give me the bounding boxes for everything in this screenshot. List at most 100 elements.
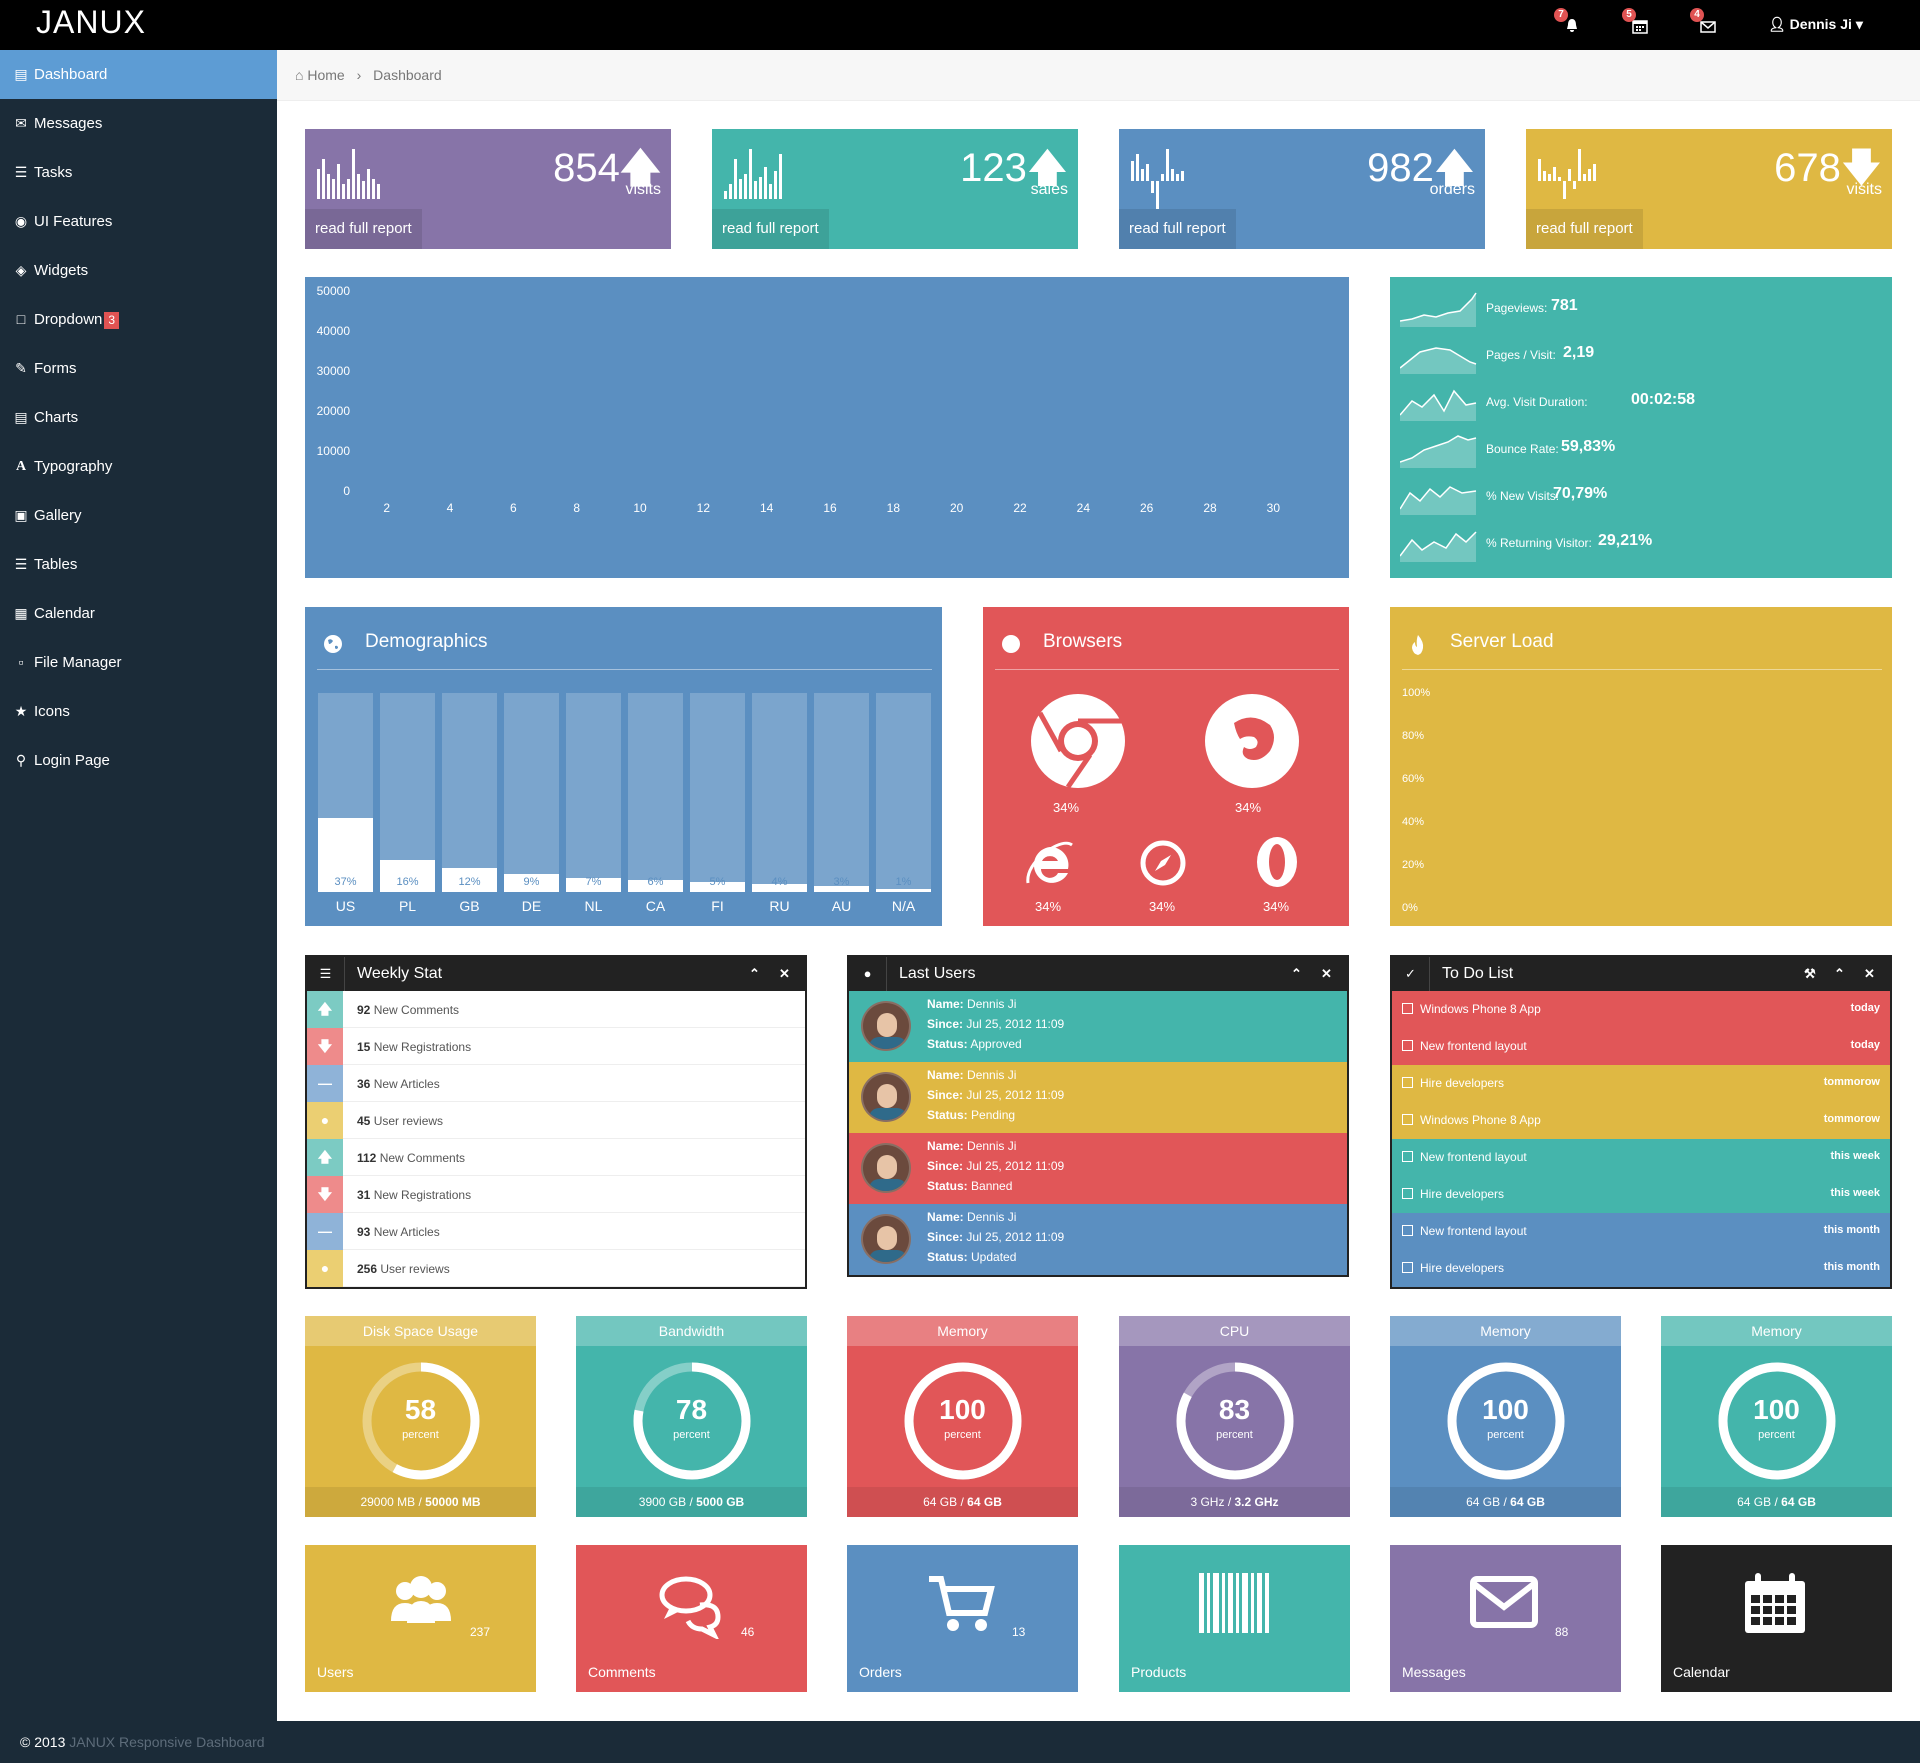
gauge-footer: 29000 MB / 50000 MB: [305, 1487, 536, 1517]
sidebar-item-messages[interactable]: ✉ Messages: [0, 99, 277, 148]
user-icon: ●: [849, 957, 887, 991]
analytics-row: % New Visits: 70,79%: [1400, 475, 1880, 515]
todo-checkbox[interactable]: [1402, 1151, 1413, 1162]
dropdown-badge: 3: [104, 311, 120, 329]
collapse-icon[interactable]: ⌃: [749, 966, 760, 982]
weekly-stat-text: 92 New Comments: [357, 1003, 459, 1017]
collapse-icon[interactable]: ⌃: [1834, 966, 1845, 982]
home-icon: ⌂: [295, 67, 304, 83]
footer-brand[interactable]: JANUX Responsive Dashboard: [69, 1734, 264, 1750]
shortcut-count: 88: [1555, 1625, 1569, 1639]
weekly-stat-text: 15 New Registrations: [357, 1040, 471, 1054]
gauge-tile: Bandwidth 78 percent 3900 GB / 5000 GB: [576, 1316, 807, 1517]
brand-logo[interactable]: JANUX: [36, 4, 146, 41]
todo-checkbox[interactable]: [1402, 1188, 1413, 1199]
notifications-badge: 7: [1554, 8, 1568, 22]
todo-checkbox[interactable]: [1402, 1262, 1413, 1273]
bar-track: [628, 693, 683, 892]
user-since-line: Since: Jul 25, 2012 11:09: [927, 1230, 1064, 1244]
todo-checkbox[interactable]: [1402, 1114, 1413, 1125]
sidebar-item-charts[interactable]: ▤ Charts: [0, 393, 277, 442]
opera-icon: [1257, 837, 1297, 887]
notifications-button[interactable]: 7: [1554, 8, 1586, 36]
todo-checkbox[interactable]: [1402, 1040, 1413, 1051]
last-users-title: Last Users: [899, 965, 976, 982]
weekly-stat-box: ☰ Weekly Stat ⌃ ✕ 🡅 92 New Comments 🡇 15 Ne…: [305, 955, 807, 1289]
safari-share: 34%: [1149, 899, 1176, 914]
user-menu[interactable]: 👤︎ Dennis Ji ▾: [1768, 16, 1863, 33]
shortcut-label: Products: [1131, 1664, 1187, 1680]
sidebar-item-icons[interactable]: ★ Icons: [0, 687, 277, 736]
gauge-used: 3900 GB: [638, 1495, 687, 1509]
star-icon: ★: [14, 703, 28, 719]
x-tick-label: 30: [1266, 501, 1280, 515]
weekly-stat-row: 🡅 92 New Comments: [307, 991, 805, 1028]
align-justify-icon: ☰: [14, 556, 28, 572]
user-status-value: Banned: [971, 1179, 1013, 1193]
shortcut-tile[interactable]: Calendar: [1661, 1545, 1892, 1692]
sparkline: [1400, 292, 1477, 327]
sidebar-item-gallery[interactable]: ▣ Gallery: [0, 491, 277, 540]
last-user-row[interactable]: Name: Dennis Ji Since: Jul 25, 2012 11:09…: [849, 1062, 1347, 1133]
weekly-stat-count: 112: [357, 1151, 377, 1165]
bar-value-label: 4%: [771, 876, 788, 888]
read-full-report-link[interactable]: read full report: [712, 209, 829, 249]
todo-checkbox[interactable]: [1402, 1003, 1413, 1014]
bar-track: [752, 693, 807, 892]
todo-checkbox[interactable]: [1402, 1077, 1413, 1088]
todo-item: Hire developers this month: [1392, 1250, 1890, 1287]
sidebar-item-forms[interactable]: ✎ Forms: [0, 344, 277, 393]
y-tick-label: 20%: [1402, 859, 1425, 871]
sidebar-item-login-page[interactable]: ⚲ Login Page: [0, 736, 277, 785]
weekly-stat-text: 31 New Registrations: [357, 1188, 471, 1202]
read-full-report-link[interactable]: read full report: [1119, 209, 1236, 249]
avatar-face: [877, 1084, 897, 1108]
y-tick-label: 100%: [1402, 687, 1431, 699]
arrow-down-icon: 🡇: [307, 1176, 343, 1213]
sidebar-item-calendar[interactable]: ▦ Calendar: [0, 589, 277, 638]
close-icon[interactable]: ✕: [1864, 966, 1875, 982]
y-tick-label: 50000: [316, 284, 350, 298]
avatar-body: [869, 1250, 907, 1262]
shortcut-tile[interactable]: 46 Comments: [576, 1545, 807, 1692]
shortcut-tile[interactable]: Products: [1119, 1545, 1350, 1692]
analytics-row: Pageviews: 781: [1400, 287, 1880, 327]
shortcut-tile[interactable]: 88 Messages: [1390, 1545, 1621, 1692]
sidebar-item-tasks[interactable]: ☰ Tasks: [0, 148, 277, 197]
shortcut-tile[interactable]: 237 Users: [305, 1545, 536, 1692]
messages-button[interactable]: 4: [1690, 8, 1722, 36]
last-user-row[interactable]: Name: Dennis Ji Since: Jul 25, 2012 11:09…: [849, 1204, 1347, 1275]
gauge-footer: 64 GB / 64 GB: [847, 1487, 1078, 1517]
envelope-icon: ✉: [15, 115, 27, 131]
read-full-report-link[interactable]: read full report: [305, 209, 422, 249]
sparkline-bars: [317, 149, 380, 199]
shortcut-tile[interactable]: 13 Orders: [847, 1545, 1078, 1692]
calendar-tasks-button[interactable]: 5: [1622, 8, 1654, 36]
close-icon[interactable]: ✕: [1321, 966, 1332, 982]
stat-unit: visits: [1846, 181, 1882, 198]
close-icon[interactable]: ✕: [779, 966, 790, 982]
sidebar-item-ui-features[interactable]: ◉ UI Features: [0, 197, 277, 246]
last-user-row[interactable]: Name: Dennis Ji Since: Jul 25, 2012 11:09…: [849, 1133, 1347, 1204]
minus-icon: —: [307, 1213, 343, 1250]
breadcrumb-home[interactable]: Home: [307, 67, 344, 83]
todo-due: this week: [1830, 1187, 1880, 1199]
collapse-icon[interactable]: ⌃: [1291, 966, 1302, 982]
todo-box: ✓ To Do List ⚒ ⌃ ✕ Windows Phone 8 App to…: [1390, 955, 1892, 1289]
sidebar-item-dropdown[interactable]: □ Dropdown 3: [0, 295, 277, 344]
sidebar-item-tables[interactable]: ☰ Tables: [0, 540, 277, 589]
server-load-title: Server Load: [1450, 631, 1554, 652]
read-full-report-link[interactable]: read full report: [1526, 209, 1643, 249]
sidebar-item-file-manager[interactable]: ▫ File Manager: [0, 638, 277, 687]
bar-value-label: 5%: [709, 876, 726, 888]
sidebar-item-widgets[interactable]: ◈ Widgets: [0, 246, 277, 295]
todo-checkbox[interactable]: [1402, 1225, 1413, 1236]
shortcut-count: 13: [1012, 1625, 1026, 1639]
bar-value-label: 16%: [396, 876, 419, 888]
ie-icon: [1026, 841, 1073, 884]
sidebar-item-dashboard[interactable]: ▤ Dashboard: [0, 50, 277, 99]
last-user-row[interactable]: Name: Dennis Ji Since: Jul 25, 2012 11:09…: [849, 991, 1347, 1062]
wrench-icon[interactable]: ⚒: [1804, 966, 1816, 982]
sidebar-item-typography[interactable]: A Typography: [0, 442, 277, 491]
y-tick-label: 30000: [316, 364, 350, 378]
